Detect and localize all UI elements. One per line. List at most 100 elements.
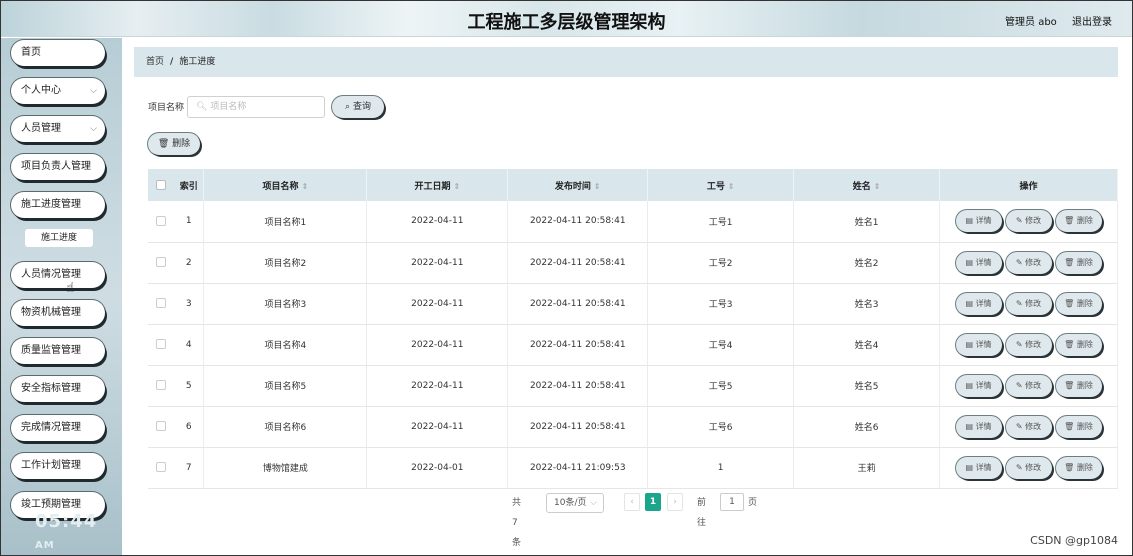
sidebar-item-safety[interactable]: 安全指标管理 xyxy=(11,376,105,402)
pagination-total: 共 7 条 xyxy=(512,498,522,548)
trash-icon: 🗑︎ xyxy=(1064,462,1075,472)
detail-button[interactable]: ▤ 详情 xyxy=(955,210,1002,233)
delete-button[interactable]: 🗑︎ 删除 xyxy=(1055,333,1102,356)
cell-person: 姓名4 xyxy=(793,324,941,366)
detail-button[interactable]: ▤ 详情 xyxy=(955,374,1002,397)
sidebar-item-completion[interactable]: 完成情况管理 xyxy=(11,415,105,441)
sidebar-item-label: 个人中心 xyxy=(21,85,61,96)
row-select-cell[interactable] xyxy=(148,365,174,407)
table-row: 5 项目名称5 2022-04-11 2022-04-11 20:58:41 工号5 姓名… xyxy=(148,365,1118,407)
detail-button[interactable]: ▤ 详情 xyxy=(955,251,1002,274)
sort-icon[interactable]: ⇕ xyxy=(453,182,460,191)
sidebar-item-materials[interactable]: 物资机械管理 xyxy=(11,300,105,326)
chevron-down-icon: ⌵ xyxy=(90,86,97,96)
sidebar-item-home[interactable]: 首页 xyxy=(11,40,105,66)
row-checkbox[interactable] xyxy=(155,421,166,432)
col-header-job-no[interactable]: 工号 ⇕ xyxy=(647,169,795,201)
row-checkbox[interactable] xyxy=(155,380,166,391)
document-icon: ▤ xyxy=(965,298,974,308)
breadcrumb-home[interactable]: 首页 xyxy=(146,57,164,67)
sidebar-subitem-progress[interactable]: 施工进度 xyxy=(25,229,93,247)
cell-publish: 2022-04-11 20:58:41 xyxy=(507,365,649,407)
cell-job-no: 工号2 xyxy=(647,242,795,284)
col-header-publish[interactable]: 发布时间 ⇕ xyxy=(507,169,649,201)
sort-icon[interactable]: ⇕ xyxy=(594,182,601,191)
sidebar-item-label: 首页 xyxy=(21,47,41,58)
cell-job-no: 1 xyxy=(647,447,795,489)
cell-job-no: 工号3 xyxy=(647,283,795,325)
next-page-button[interactable]: › xyxy=(667,493,683,511)
row-checkbox[interactable] xyxy=(155,216,166,226)
edit-button[interactable]: ✎ 修改 xyxy=(1005,415,1052,438)
detail-button[interactable]: ▤ 详情 xyxy=(955,333,1002,356)
pencil-icon: ✎ xyxy=(1015,298,1023,308)
edit-button[interactable]: ✎ 修改 xyxy=(1005,333,1052,356)
row-select-cell[interactable] xyxy=(148,447,174,489)
sort-icon[interactable]: ⇕ xyxy=(302,182,309,191)
search-input[interactable]: 🔍︎ 项目名称 xyxy=(187,96,325,118)
col-header-index: 索引 xyxy=(173,169,205,201)
sidebar-item-personal-center[interactable]: 个人中心 ⌵ xyxy=(11,78,105,104)
edit-button[interactable]: ✎ 修改 xyxy=(1005,210,1052,233)
cell-index: 4 xyxy=(173,324,205,366)
table-row: 7 博物馆建成 2022-04-01 2022-04-11 21:09:53 1 王莉 ▤ … xyxy=(148,447,1118,489)
sidebar-item-label: 工作计划管理 xyxy=(21,460,81,471)
edit-button[interactable]: ✎ 修改 xyxy=(1005,374,1052,397)
query-button[interactable]: ⌕ 查询 xyxy=(332,96,384,118)
sidebar-item-staff[interactable]: 人员管理 ⌵ xyxy=(11,116,105,142)
prev-page-button[interactable]: ‹ xyxy=(624,493,640,511)
delete-button[interactable]: 🗑︎ 删除 xyxy=(1055,251,1102,274)
col-header-name[interactable]: 项目名称 ⇕ xyxy=(203,169,368,201)
cell-start: 2022-04-11 xyxy=(366,283,509,325)
row-select-cell[interactable] xyxy=(148,406,174,448)
row-checkbox[interactable] xyxy=(155,257,166,268)
detail-button[interactable]: ▤ 详情 xyxy=(955,292,1002,315)
chevron-down-icon: ⌵ xyxy=(590,498,597,508)
sidebar-item-progress[interactable]: 施工进度管理 xyxy=(11,192,105,218)
cell-name: 博物馆建成 xyxy=(203,447,368,489)
detail-button[interactable]: ▤ 详情 xyxy=(955,415,1002,438)
sidebar-item-quality[interactable]: 质量监管管理 xyxy=(11,338,105,364)
edit-button[interactable]: ✎ 修改 xyxy=(1005,292,1052,315)
cell-index: 2 xyxy=(173,242,205,284)
delete-button[interactable]: 🗑︎ 删除 xyxy=(1055,456,1102,479)
delete-button[interactable]: 🗑︎ 删除 xyxy=(1055,374,1102,397)
logout-link[interactable]: 退出登录 xyxy=(1072,17,1112,28)
row-select-cell[interactable] xyxy=(148,283,174,325)
row-select-cell[interactable] xyxy=(148,324,174,366)
sidebar-item-label: 施工进度管理 xyxy=(21,199,81,210)
chevron-down-icon: ⌵ xyxy=(90,124,97,134)
row-select-cell[interactable] xyxy=(148,242,174,284)
cell-person: 姓名5 xyxy=(793,365,941,407)
row-select-cell[interactable] xyxy=(148,201,174,243)
delete-button[interactable]: 🗑︎ 删除 xyxy=(1055,292,1102,315)
delete-button[interactable]: 🗑︎ 删除 xyxy=(1055,415,1102,438)
sort-icon[interactable]: ⇕ xyxy=(728,182,735,191)
edit-button[interactable]: ✎ 修改 xyxy=(1005,456,1052,479)
row-checkbox[interactable] xyxy=(155,462,166,473)
select-all-checkbox[interactable] xyxy=(155,179,166,190)
row-checkbox[interactable] xyxy=(155,298,166,309)
cell-name: 项目名称4 xyxy=(203,324,368,366)
cell-publish: 2022-04-11 20:58:41 xyxy=(507,283,649,325)
page-size-select[interactable]: 10条/页 ⌵ xyxy=(546,493,604,513)
page-number-current[interactable]: 1 xyxy=(645,493,661,511)
breadcrumb-separator: / xyxy=(170,57,174,67)
edit-button[interactable]: ✎ 修改 xyxy=(1005,251,1052,274)
cell-index: 7 xyxy=(173,447,205,489)
sidebar-item-work-plan[interactable]: 工作计划管理 xyxy=(11,453,105,479)
col-header-start[interactable]: 开工日期 ⇕ xyxy=(366,169,509,201)
col-header-person[interactable]: 姓名 ⇕ xyxy=(793,169,941,201)
sidebar-item-project-leader[interactable]: 项目负责人管理 xyxy=(11,154,105,180)
clock: 05:44 AM xyxy=(35,511,122,553)
detail-button[interactable]: ▤ 详情 xyxy=(955,456,1002,479)
select-all-header[interactable] xyxy=(148,169,174,201)
trash-icon: 🗑︎ xyxy=(1064,257,1075,267)
row-checkbox[interactable] xyxy=(155,339,166,350)
sidebar-item-personnel[interactable]: 人员情况管理 xyxy=(11,262,105,288)
delete-button[interactable]: 🗑︎ 删除 xyxy=(1055,210,1102,233)
current-user: 管理员 abo xyxy=(1005,17,1057,28)
batch-delete-button[interactable]: 🗑︎ 删除 xyxy=(148,133,200,155)
goto-page-input[interactable]: 1 xyxy=(720,493,744,511)
sort-icon[interactable]: ⇕ xyxy=(874,182,881,191)
